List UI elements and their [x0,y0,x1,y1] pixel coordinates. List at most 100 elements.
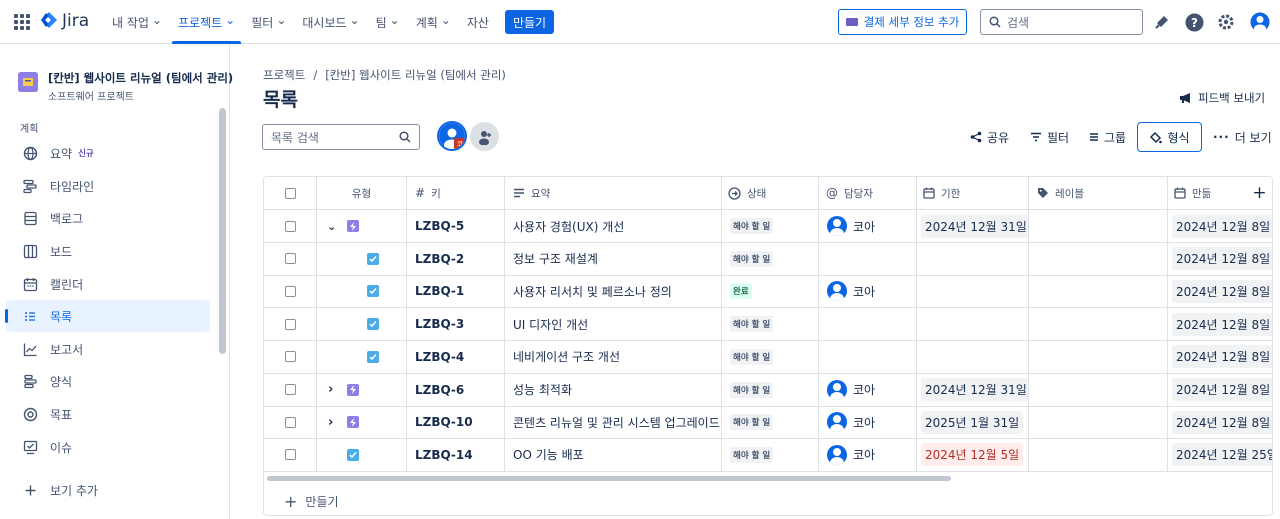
status-badge[interactable]: 해야 할 일 [730,446,774,463]
table-row[interactable]: LZBQ-3 UI 디자인 개선 해야 할 일 2024년 12월 8일 [264,308,1272,342]
issue-summary[interactable]: OO 기능 배포 [513,446,584,463]
row-checkbox[interactable] [284,416,296,428]
settings-gear-icon[interactable] [1216,12,1236,32]
profile-avatar-icon[interactable] [1250,12,1270,32]
issue-key[interactable]: LZBQ-4 [415,350,464,364]
row-checkbox[interactable] [284,285,296,297]
table-row[interactable]: ⌄ LZBQ-5 사용자 경험(UX) 개선 해야 할 일 코아 2024년 12월 31… [264,210,1272,243]
due-date[interactable]: 2024년 12월 31일 [921,214,1028,238]
assignee[interactable]: 코아 [827,216,875,236]
issue-key[interactable]: LZBQ-6 [415,383,464,397]
status-badge[interactable]: 해야 할 일 [730,250,774,267]
row-checkbox[interactable] [284,351,296,363]
assignee[interactable]: 코아 [827,412,875,433]
issue-key[interactable]: LZBQ-14 [415,448,473,462]
sidebar-item-2[interactable]: 백로그 [6,202,210,234]
app-switcher-icon[interactable] [14,14,30,30]
table-row[interactable]: LZBQ-1 사용자 리서치 및 페르소나 정의 완료 코아 2024년 12월 8일 [264,275,1272,309]
row-checkbox[interactable] [284,449,296,461]
assignee[interactable]: 코아 [827,444,875,465]
header-summary[interactable]: 요약 [505,177,722,209]
sidebar-item-8[interactable]: 목표 [6,398,210,430]
filter-button[interactable]: 필터 [1030,122,1069,152]
status-badge[interactable]: 해야 할 일 [730,414,774,431]
row-checkbox[interactable] [284,253,296,265]
status-badge[interactable]: 해야 할 일 [730,348,774,365]
sidebar-item-7[interactable]: 양식 [6,365,210,397]
issue-summary[interactable]: 성능 최적화 [513,381,572,398]
due-date[interactable]: 2024년 12월 31일 [921,378,1028,401]
due-date[interactable]: 2025년 1월 31일 [921,410,1024,434]
table-row[interactable]: LZBQ-4 네비게이션 구조 개선 해야 할 일 2024년 12월 8일 [264,340,1272,374]
assignee[interactable]: 코아 [827,379,875,400]
nav-item-4[interactable]: 팀 ⌄ [368,0,408,44]
issue-key[interactable]: LZBQ-2 [415,252,464,266]
sidebar-item-10[interactable]: 보기 추가 [6,474,210,506]
header-key[interactable]: # 키 [407,177,505,209]
chevron-right-icon[interactable]: › [328,415,333,430]
table-row[interactable]: LZBQ-14 OO 기능 배포 해야 할 일 코아 2024년 12월 5일 2024년… [264,438,1272,472]
sidebar-scrollbar[interactable] [219,108,226,354]
sidebar-item-6[interactable]: 보고서 [6,333,210,365]
nav-item-0[interactable]: 내 작업 ⌄ [104,0,170,44]
group-button[interactable]: 그룹 [1089,122,1126,152]
issue-key[interactable]: LZBQ-1 [415,284,464,298]
more-button[interactable]: ··· 더 보기 [1213,122,1272,152]
nav-item-2[interactable]: 필터 ⌄ [243,0,294,44]
status-badge[interactable]: 해야 할 일 [730,381,774,398]
sidebar-item-9[interactable]: 이슈 [6,431,210,463]
status-badge[interactable]: 완료 [730,283,752,300]
table-row[interactable]: › LZBQ-10 콘텐츠 리뉴얼 및 관리 시스템 업그레이드 해야 할 일 코아 20… [264,406,1272,440]
add-billing-button[interactable]: 결제 세부 정보 추가 [838,9,967,35]
table-row[interactable]: LZBQ-2 정보 구조 재설계 해야 할 일 2024년 12월 8일 [264,242,1272,276]
header-type[interactable]: 유형 [317,177,407,209]
add-column-button[interactable]: + [1245,177,1272,209]
issue-summary[interactable]: 사용자 리서치 및 페르소나 정의 [513,283,672,300]
issue-summary[interactable]: UI 디자인 개선 [513,316,588,333]
assignee[interactable]: 코아 [827,281,875,302]
nav-item-3[interactable]: 대시보드 ⌄ [294,0,367,44]
share-button[interactable]: 공유 [970,122,1009,152]
sidebar-item-5[interactable]: 목록 [5,300,210,332]
create-button[interactable]: 만들기 [505,10,554,34]
feedback-button[interactable]: 피드백 보내기 [1179,90,1265,106]
horizontal-scrollbar[interactable] [267,476,951,481]
header-due[interactable]: 기한 [917,177,1029,209]
header-created[interactable]: 만듦 [1168,177,1245,209]
due-date[interactable]: 2024년 12월 5일 [921,443,1024,467]
format-button[interactable]: 형식 [1137,122,1202,152]
table-row[interactable]: › LZBQ-6 성능 최적화 해야 할 일 코아 2024년 12월 31일 2024년 … [264,373,1272,407]
list-search-input[interactable]: 목록 검색 [262,124,420,150]
chevron-right-icon[interactable]: › [328,382,333,397]
help-icon[interactable]: ? [1184,12,1204,32]
issue-summary[interactable]: 정보 구조 재설계 [513,250,598,267]
sidebar-item-4[interactable]: 캘린더 [6,268,210,300]
global-search-input[interactable]: 검색 [980,9,1143,35]
nav-item-1[interactable]: 프로젝트 ⌄ [170,0,243,44]
header-status[interactable]: 상태 [722,177,819,209]
status-badge[interactable]: 해야 할 일 [730,316,774,333]
select-all-checkbox[interactable] [284,187,296,199]
row-checkbox[interactable] [284,220,296,232]
jira-logo[interactable]: Jira [40,11,89,31]
header-labels[interactable]: 레이블 [1029,177,1168,209]
user-filter-avatar[interactable]: 코 [437,121,467,151]
add-people-button[interactable] [470,122,499,151]
issue-key[interactable]: LZBQ-10 [415,415,473,429]
issue-summary[interactable]: 네비게이션 구조 개선 [513,348,620,365]
breadcrumb-projects[interactable]: 프로젝트 [263,68,305,82]
row-checkbox[interactable] [284,318,296,330]
project-header[interactable]: [칸반] 웹사이트 리뉴얼 (팀에서 관리) 소프트웨어 프로젝트 [18,70,233,103]
status-badge[interactable]: 해야 할 일 [730,218,774,234]
issue-key[interactable]: LZBQ-3 [415,317,464,331]
row-checkbox[interactable] [284,384,296,395]
nav-item-5[interactable]: 계획 ⌄ [408,0,459,44]
issue-summary[interactable]: 콘텐츠 리뉴얼 및 관리 시스템 업그레이드 [513,414,720,431]
issue-key[interactable]: LZBQ-5 [415,219,464,233]
sidebar-item-1[interactable]: 타임라인 [6,170,210,202]
header-assignee[interactable]: @ 담당자 [819,177,917,209]
sidebar-item-0[interactable]: 요약 신규 [6,137,210,169]
sidebar-item-3[interactable]: 보드 [6,235,210,267]
chevron-down-icon[interactable]: ⌄ [327,220,336,233]
create-issue-row[interactable]: + 만들기 [284,492,339,511]
